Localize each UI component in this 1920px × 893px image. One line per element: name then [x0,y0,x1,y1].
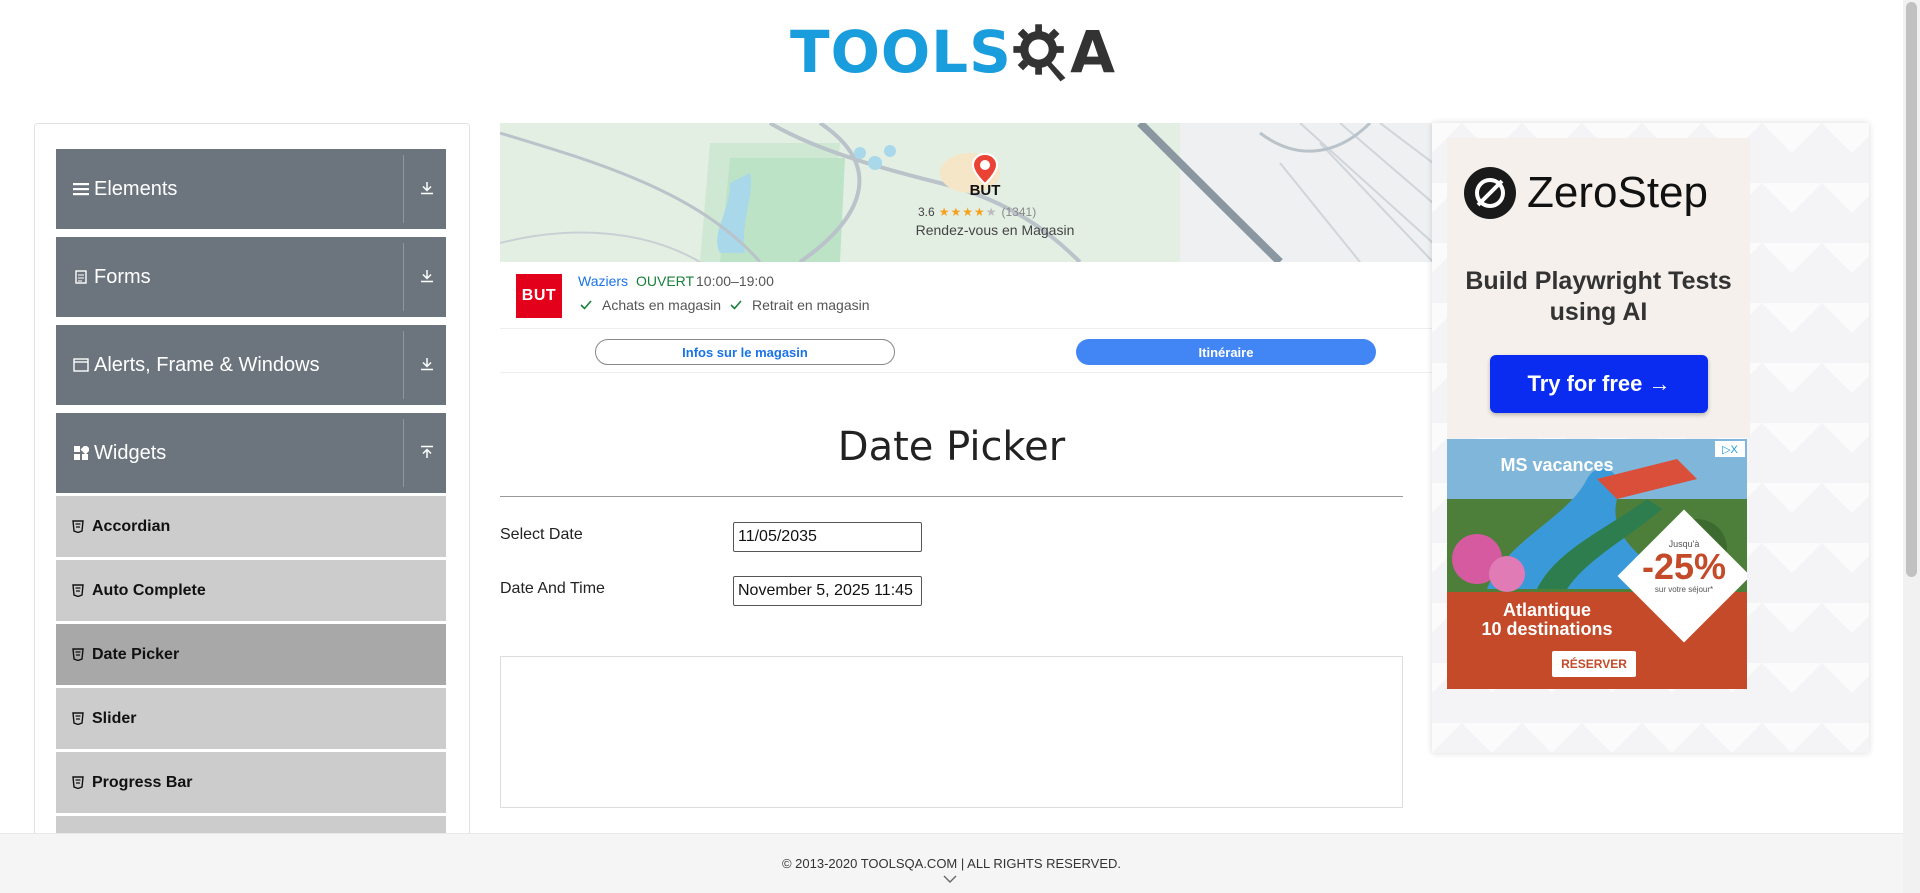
zerostep-brand: ZeroStep [1527,168,1708,217]
sidebar-group-widgets[interactable]: Widgets [56,413,446,493]
date-time-input[interactable] [733,576,922,606]
directions-button[interactable]: Itinéraire [1076,339,1376,365]
store-city[interactable]: Waziers [578,273,628,289]
divider [500,372,1433,373]
feature-label: Achats en magasin [602,297,722,313]
sidebar-group-elements[interactable]: Elements [56,149,446,229]
divider [403,331,404,399]
store-hours: 10:00–19:00 [696,273,774,289]
html5-icon [70,647,86,663]
download-arrow-icon[interactable] [416,353,438,375]
feature-label: Retrait en magasin [752,297,870,313]
check-icon [580,300,592,310]
window-icon [72,356,90,374]
divider [403,419,404,487]
sidebar-item-slider[interactable]: Slider [56,688,446,749]
upload-arrow-icon[interactable] [416,441,438,463]
gear-q-icon [1013,24,1066,82]
ms-title-line2: 10 destinations [1481,618,1613,639]
feature-item: Achats en magasin [580,297,721,313]
zerostep-headline: Build Playwright Tests using AI [1465,267,1732,326]
toolsqa-logo[interactable]: TOOLS A [790,14,1116,90]
html5-icon [70,775,86,791]
sidebar-item-progress-bar[interactable]: Progress Bar [56,752,446,813]
sidebar-item-label: Date Picker [92,645,180,663]
widgets-icon [72,444,90,462]
ad-placeholder-box [500,656,1403,808]
divider [403,243,404,311]
store-status: OUVERT [636,273,695,289]
html5-icon [70,519,86,535]
divider [403,155,404,223]
html5-icon [70,711,86,727]
ms-vacances-ad[interactable]: MS vacances ▷X Jusqu'à -25% sur votre sé… [1447,439,1747,689]
rating-stars: ★★★★★ [938,205,998,219]
map-pin-icon[interactable] [972,153,998,185]
sidebar-group-label: Alerts, Frame & Windows [94,353,320,376]
sidebar-item-auto-complete[interactable]: Auto Complete [56,560,446,621]
store-info-button[interactable]: Infos sur le magasin [595,339,895,365]
page: TOOLS A Elements Forms Alerts, Frame & W… [0,0,1920,893]
ms-title-line1: Atlantique [1503,600,1591,620]
download-arrow-icon[interactable] [416,265,438,287]
vertical-scrollbar[interactable] [1903,0,1920,893]
sidebar-item-accordian[interactable]: Accordian [56,496,446,557]
scrollbar-thumb[interactable] [1906,2,1917,577]
sidebar-item-label: Auto Complete [92,581,206,599]
ad-choices-icon[interactable]: ▷X [1715,441,1745,457]
zerostep-logo-icon [1464,167,1516,219]
review-count: (1341) [1001,205,1037,219]
html5-icon [70,583,86,599]
sidebar-item-label: Progress Bar [92,773,193,791]
sidebar-item-date-picker[interactable]: Date Picker [56,624,446,685]
copyright-text: © 2013-2020 TOOLSQA.COM | ALL RIGHTS RES… [781,856,1122,871]
date-time-label: Date And Time [500,580,605,597]
rating-row: 3.6 ★★★★★ (1341) [918,205,1036,219]
zerostep-logo: ZeroStep [1463,166,1708,220]
logo-text-a: A [1070,18,1116,86]
title-divider [500,496,1403,497]
right-advertisement[interactable]: ZeroStep Build Playwright Tests using AI… [1432,123,1869,753]
map-caption: Rendez-vous en Magasin [915,222,1075,238]
document-icon [72,268,90,286]
try-for-free-button[interactable]: Try for free → [1490,355,1708,413]
download-arrow-icon[interactable] [416,177,438,199]
chevron-down-icon[interactable] [942,874,958,884]
sidebar-group-forms[interactable]: Forms [56,237,446,317]
feature-item: Retrait en magasin [730,297,870,313]
list-icon [72,180,90,198]
page-title: Date Picker [837,424,1066,470]
zerostep-ad[interactable]: ZeroStep Build Playwright Tests using AI… [1447,138,1750,438]
sidebar-group-label: Forms [94,265,151,288]
reserve-button[interactable]: RÉSERVER [1552,651,1636,677]
footer: © 2013-2020 TOOLSQA.COM | ALL RIGHTS RES… [0,833,1903,893]
promo-value: -25% [1641,546,1727,587]
rating-value: 3.6 [918,205,935,219]
logo-text-tools: TOOLS [790,18,1012,86]
sidebar-item-label: Accordian [92,517,171,535]
sidebar-group-label: Elements [94,177,178,200]
check-icon [730,300,742,310]
divider [500,328,1433,329]
select-date-input[interactable] [733,522,922,552]
select-date-label: Select Date [500,526,583,543]
map-place-name: BUT [969,182,1001,199]
map-advertisement[interactable]: BUT 3.6 ★★★★★ (1341) Rendez-vous en Maga… [500,123,1433,373]
ms-vacances-brand: MS vacances [1500,455,1614,475]
promo-block: Jusqu'à -25% sur votre séjour* [1637,539,1731,594]
sidebar-group-alerts[interactable]: Alerts, Frame & Windows [56,325,446,405]
but-brand-logo: BUT [516,274,562,318]
sidebar-group-label: Widgets [94,441,167,464]
ms-title: Atlantique 10 destinations [1467,601,1627,639]
sidebar: Elements Forms Alerts, Frame & Windows W… [34,123,470,843]
sidebar-item-label: Slider [92,709,137,727]
